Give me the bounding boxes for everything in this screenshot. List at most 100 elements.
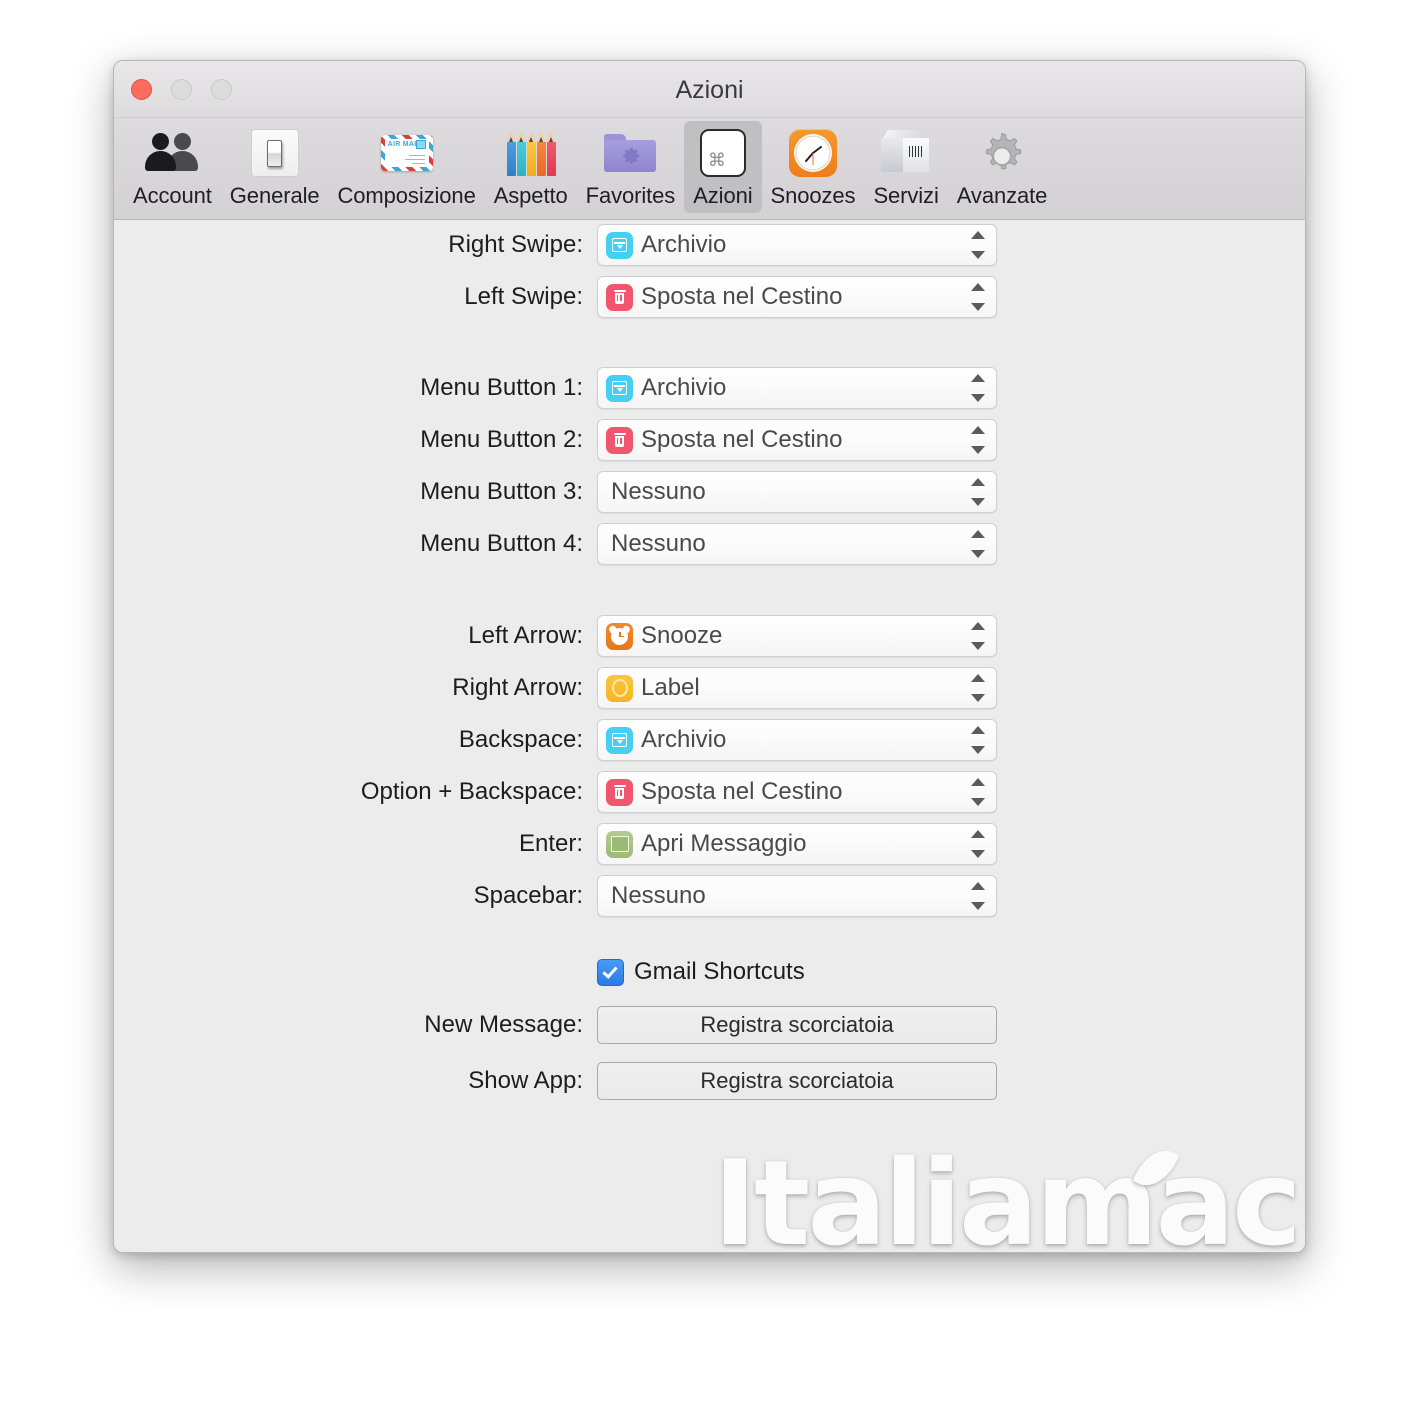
tab-label: Azioni [693,183,753,208]
row-label: Show App: [468,1067,583,1094]
row-label: Enter: [518,830,583,857]
alarm-clock-icon [786,126,840,180]
airmail-icon: AIR MAIL [380,126,434,180]
tab-avanzate[interactable]: Avanzate [948,121,1057,213]
stepper-arrows[interactable] [970,426,986,454]
spacebar-popup[interactable]: Nessuno [597,875,997,917]
row-label: Left Swipe: [464,283,583,310]
tab-snoozes[interactable]: Snoozes [762,121,865,213]
tab-servizi[interactable]: Servizi [864,121,947,213]
pencils-icon [504,126,558,180]
stepper-arrows[interactable] [970,283,986,311]
stepper-arrows[interactable] [970,374,986,402]
setting-row-left-arrow: Left Arrow: Snooze [114,615,1305,657]
window-titlebar: Azioni [114,61,1305,118]
package-box-icon [879,126,933,180]
switch-icon [248,126,302,180]
row-label: Menu Button 2: [420,426,583,453]
window-title: Azioni [675,76,744,104]
tab-label: Aspetto [493,183,568,208]
preferences-window: Azioni Account Generale AIR MAIL Composi… [113,60,1306,1253]
tab-composizione[interactable]: AIR MAIL Composizione [329,121,485,213]
italiamac-watermark: Italiamac [713,1141,1302,1252]
trash-icon [606,283,633,311]
setting-row-right-swipe: Right Swipe: Archivio [114,224,1305,266]
setting-row-menu-button-1: Menu Button 1: Archivio [114,367,1305,409]
tab-label: Composizione [337,183,476,208]
left-arrow-popup[interactable]: Snooze [597,615,997,657]
backspace-popup[interactable]: Archivio [597,719,997,761]
gear-glyph [623,147,640,164]
menu-button-3-popup[interactable]: Nessuno [597,471,997,513]
popup-value: Sposta nel Cestino [641,778,843,805]
row-label: Spacebar: [473,882,583,909]
apple-leaf-icon [1132,1141,1180,1195]
trash-icon [606,426,633,454]
popup-value: Archivio [641,231,727,258]
popup-value: Label [641,674,700,701]
stepper-arrows[interactable] [970,674,986,702]
tab-favorites[interactable]: Favorites [577,121,685,213]
tab-label: Generale [229,183,320,208]
popup-value: Sposta nel Cestino [641,283,843,310]
setting-row-left-swipe: Left Swipe: Sposta nel Cestino [114,276,1305,318]
gear-icon [975,126,1029,180]
row-label: Menu Button 3: [420,478,583,505]
show-app-record-shortcut-button[interactable]: Registra scorciatoia [597,1062,997,1100]
menu-button-1-popup[interactable]: Archivio [597,367,997,409]
stepper-arrows[interactable] [970,830,986,858]
stepper-arrows[interactable] [970,622,986,650]
setting-row-backspace: Backspace: Archivio [114,719,1305,761]
popup-value: Nessuno [611,882,706,909]
row-label: Option + Backspace: [360,778,583,805]
popup-value: Archivio [641,726,727,753]
row-label: Menu Button 1: [420,374,583,401]
stepper-arrows[interactable] [970,478,986,506]
tab-generale[interactable]: Generale [221,121,329,213]
open-message-icon [606,830,633,858]
menu-button-2-popup[interactable]: Sposta nel Cestino [597,419,997,461]
setting-row-right-arrow: Right Arrow: Label [114,667,1305,709]
tab-azioni[interactable]: ⌘ Azioni [684,121,762,213]
enter-popup[interactable]: Apri Messaggio [597,823,997,865]
left-swipe-popup[interactable]: Sposta nel Cestino [597,276,997,318]
menu-button-4-popup[interactable]: Nessuno [597,523,997,565]
popup-value: Nessuno [611,478,706,505]
setting-row-gmail-shortcuts: Gmail Shortcuts [114,951,1305,993]
setting-row-new-message: New Message: Registra scorciatoia [114,1004,1305,1046]
setting-row-menu-button-3: Menu Button 3: Nessuno [114,471,1305,513]
stepper-arrows[interactable] [970,726,986,754]
checkbox-label: Gmail Shortcuts [634,958,805,985]
label-icon [606,674,633,702]
right-swipe-popup[interactable]: Archivio [597,224,997,266]
setting-row-option-backspace: Option + Backspace: Sposta nel Cestino [114,771,1305,813]
row-label: Menu Button 4: [420,530,583,557]
popup-value: Snooze [641,622,723,649]
stepper-arrows[interactable] [970,530,986,558]
tab-label: Servizi [873,183,939,208]
row-label: Left Arrow: [468,622,583,649]
setting-row-enter: Enter: Apri Messaggio [114,823,1305,865]
row-label: Right Swipe: [448,231,583,258]
tab-label: Favorites [585,183,676,208]
tab-aspetto[interactable]: Aspetto [485,121,577,213]
right-arrow-popup[interactable]: Label [597,667,997,709]
gmail-shortcuts-checkbox[interactable]: Gmail Shortcuts [597,958,805,986]
row-label: New Message: [424,1011,583,1038]
gear-folder-icon [603,126,657,180]
popup-value: Nessuno [611,530,706,557]
command-key-icon: ⌘ [696,126,750,180]
tab-label: Avanzate [956,183,1048,208]
popup-value: Archivio [641,374,727,401]
stepper-arrows[interactable] [970,231,986,259]
checkbox-box[interactable] [597,958,624,986]
stepper-arrows[interactable] [970,882,986,910]
row-label: Backspace: [458,726,583,753]
tab-account[interactable]: Account [124,121,221,213]
stepper-arrows[interactable] [970,778,986,806]
actions-settings-pane: Right Swipe: Archivio Left Swipe: Sposta… [114,220,1305,1252]
archive-icon [606,231,633,259]
option-backspace-popup[interactable]: Sposta nel Cestino [597,771,997,813]
trash-icon [606,778,633,806]
new-message-record-shortcut-button[interactable]: Registra scorciatoia [597,1006,997,1044]
